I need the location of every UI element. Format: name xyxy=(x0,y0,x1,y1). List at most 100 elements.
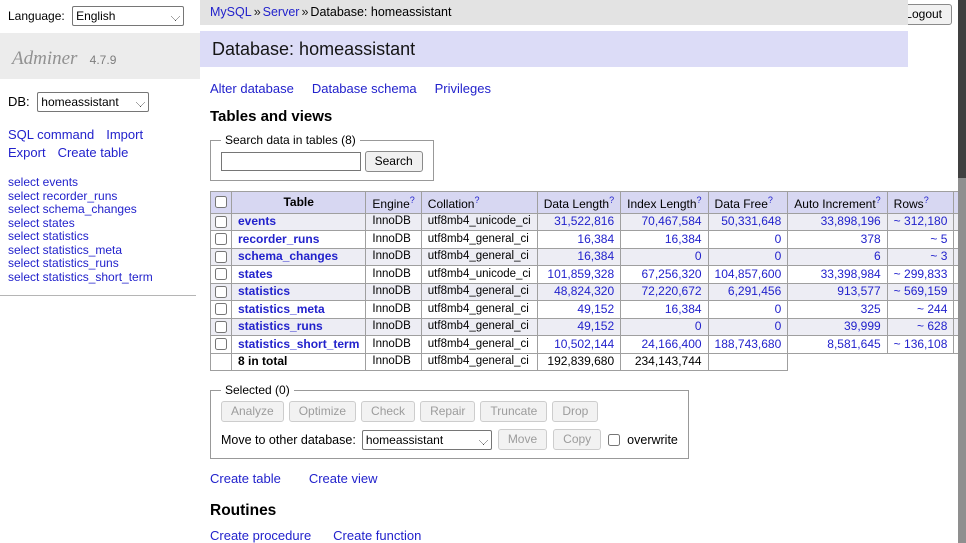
data-free-link[interactable]: 0 xyxy=(775,319,782,333)
column-hint-link[interactable]: ? xyxy=(609,195,614,205)
row-checkbox[interactable] xyxy=(215,251,227,263)
table-link[interactable]: statistics_meta xyxy=(238,302,325,316)
search-button[interactable]: Search xyxy=(365,151,423,172)
column-hint-link[interactable]: ? xyxy=(474,195,479,205)
sidebar-link-export[interactable]: Export xyxy=(8,145,46,160)
row-checkbox[interactable] xyxy=(215,268,227,280)
routines-link-create-function[interactable]: Create function xyxy=(333,528,421,543)
column-hint-link[interactable]: ? xyxy=(697,195,702,205)
data-free-link[interactable]: 0 xyxy=(775,249,782,263)
sidebar-table-link-select-schema-changes[interactable]: select schema_changes xyxy=(8,203,192,217)
row-checkbox[interactable] xyxy=(215,233,227,245)
sidebar-table-link-select-statistics[interactable]: select statistics xyxy=(8,230,192,244)
auto-increment-link[interactable]: 6 xyxy=(874,249,881,263)
overwrite-checkbox[interactable] xyxy=(608,434,620,446)
data-length-link[interactable]: 49,152 xyxy=(577,302,614,316)
truncate-button[interactable]: Truncate xyxy=(480,401,547,422)
select-all-checkbox[interactable] xyxy=(215,196,227,208)
rows-link[interactable]: ~ 312,180 xyxy=(894,214,948,228)
data-length-link[interactable]: 16,384 xyxy=(577,249,614,263)
language-select[interactable]: English xyxy=(72,6,184,26)
index-length-link[interactable]: 16,384 xyxy=(665,232,702,246)
sidebar-link-import[interactable]: Import xyxy=(106,127,143,142)
sidebar-table-link-select-states[interactable]: select states xyxy=(8,217,192,231)
index-length-link[interactable]: 0 xyxy=(695,249,702,263)
table-link[interactable]: recorder_runs xyxy=(238,232,319,246)
check-button[interactable]: Check xyxy=(361,401,415,422)
data-length-link[interactable]: 31,522,816 xyxy=(554,214,614,228)
rows-link[interactable]: ~ 3 xyxy=(930,249,947,263)
table-link[interactable]: statistics_short_term xyxy=(238,337,359,351)
sidebar-link-sql-command[interactable]: SQL command xyxy=(8,127,94,142)
column-hint-link[interactable]: ? xyxy=(410,195,415,205)
auto-increment-link[interactable]: 913,577 xyxy=(837,284,880,298)
row-checkbox[interactable] xyxy=(215,303,227,315)
sidebar-link-create-table[interactable]: Create table xyxy=(58,145,129,160)
data-length-link[interactable]: 48,824,320 xyxy=(554,284,614,298)
create-link-create-view[interactable]: Create view xyxy=(309,471,378,486)
row-checkbox[interactable] xyxy=(215,338,227,350)
data-length-link[interactable]: 49,152 xyxy=(577,319,614,333)
auto-increment-link[interactable]: 33,398,984 xyxy=(821,267,881,281)
optimize-button[interactable]: Optimize xyxy=(289,401,356,422)
sidebar-table-link-select-events[interactable]: select events xyxy=(8,176,192,190)
drop-button[interactable]: Drop xyxy=(552,401,598,422)
rows-link[interactable]: ~ 299,833 xyxy=(894,267,948,281)
repair-button[interactable]: Repair xyxy=(420,401,475,422)
column-hint-link[interactable]: ? xyxy=(924,195,929,205)
routines-link-create-procedure[interactable]: Create procedure xyxy=(210,528,311,543)
auto-increment-link[interactable]: 33,898,196 xyxy=(821,214,881,228)
rows-link[interactable]: ~ 136,108 xyxy=(894,337,948,351)
breadcrumb-link-mysql[interactable]: MySQL xyxy=(210,5,252,19)
data-free-link[interactable]: 0 xyxy=(775,302,782,316)
table-link[interactable]: schema_changes xyxy=(238,249,338,263)
scrollbar-thumb[interactable] xyxy=(958,0,966,178)
table-link[interactable]: states xyxy=(238,267,273,281)
table-link[interactable]: events xyxy=(238,214,276,228)
auto-increment-link[interactable]: 325 xyxy=(861,302,881,316)
auto-increment-link[interactable]: 39,999 xyxy=(844,319,881,333)
sidebar-table-link-select-recorder-runs[interactable]: select recorder_runs xyxy=(8,190,192,204)
app-name[interactable]: Adminer xyxy=(12,48,77,69)
rows-link[interactable]: ~ 244 xyxy=(917,302,947,316)
data-free-link[interactable]: 104,857,600 xyxy=(715,267,782,281)
move-db-select[interactable]: homeassistant xyxy=(362,430,492,450)
db-action-privileges[interactable]: Privileges xyxy=(435,81,491,96)
data-length-link[interactable]: 101,859,328 xyxy=(547,267,614,281)
index-length-link[interactable]: 0 xyxy=(695,319,702,333)
data-free-link[interactable]: 6,291,456 xyxy=(728,284,781,298)
table-link[interactable]: statistics xyxy=(238,284,290,298)
index-length-link[interactable]: 67,256,320 xyxy=(641,267,701,281)
sidebar-table-link-select-statistics-meta[interactable]: select statistics_meta xyxy=(8,244,192,258)
table-link[interactable]: statistics_runs xyxy=(238,319,323,333)
db-select[interactable]: homeassistant xyxy=(37,92,149,112)
auto-increment-link[interactable]: 8,581,645 xyxy=(827,337,880,351)
index-length-link[interactable]: 16,384 xyxy=(665,302,702,316)
column-hint-link[interactable]: ? xyxy=(876,195,881,205)
data-free-link[interactable]: 188,743,680 xyxy=(715,337,782,351)
row-checkbox[interactable] xyxy=(215,216,227,228)
sidebar-table-link-select-statistics-runs[interactable]: select statistics_runs xyxy=(8,257,192,271)
breadcrumb-link-server[interactable]: Server xyxy=(263,5,300,19)
db-action-database-schema[interactable]: Database schema xyxy=(312,81,417,96)
data-length-link[interactable]: 16,384 xyxy=(577,232,614,246)
data-length-link[interactable]: 10,502,144 xyxy=(554,337,614,351)
rows-link[interactable]: ~ 5 xyxy=(930,232,947,246)
index-length-link[interactable]: 70,467,584 xyxy=(641,214,701,228)
copy-button[interactable]: Copy xyxy=(553,429,601,450)
row-checkbox[interactable] xyxy=(215,321,227,333)
index-length-link[interactable]: 24,166,400 xyxy=(641,337,701,351)
db-action-alter-database[interactable]: Alter database xyxy=(210,81,294,96)
column-hint-link[interactable]: ? xyxy=(768,195,773,205)
rows-link[interactable]: ~ 628 xyxy=(917,319,947,333)
data-free-link[interactable]: 50,331,648 xyxy=(721,214,781,228)
search-input[interactable] xyxy=(221,152,361,171)
auto-increment-link[interactable]: 378 xyxy=(861,232,881,246)
create-link-create-table[interactable]: Create table xyxy=(210,471,281,486)
rows-link[interactable]: ~ 569,159 xyxy=(894,284,948,298)
move-button[interactable]: Move xyxy=(498,429,547,450)
analyze-button[interactable]: Analyze xyxy=(221,401,284,422)
sidebar-table-link-select-statistics-short-term[interactable]: select statistics_short_term xyxy=(8,271,192,285)
data-free-link[interactable]: 0 xyxy=(775,232,782,246)
row-checkbox[interactable] xyxy=(215,286,227,298)
